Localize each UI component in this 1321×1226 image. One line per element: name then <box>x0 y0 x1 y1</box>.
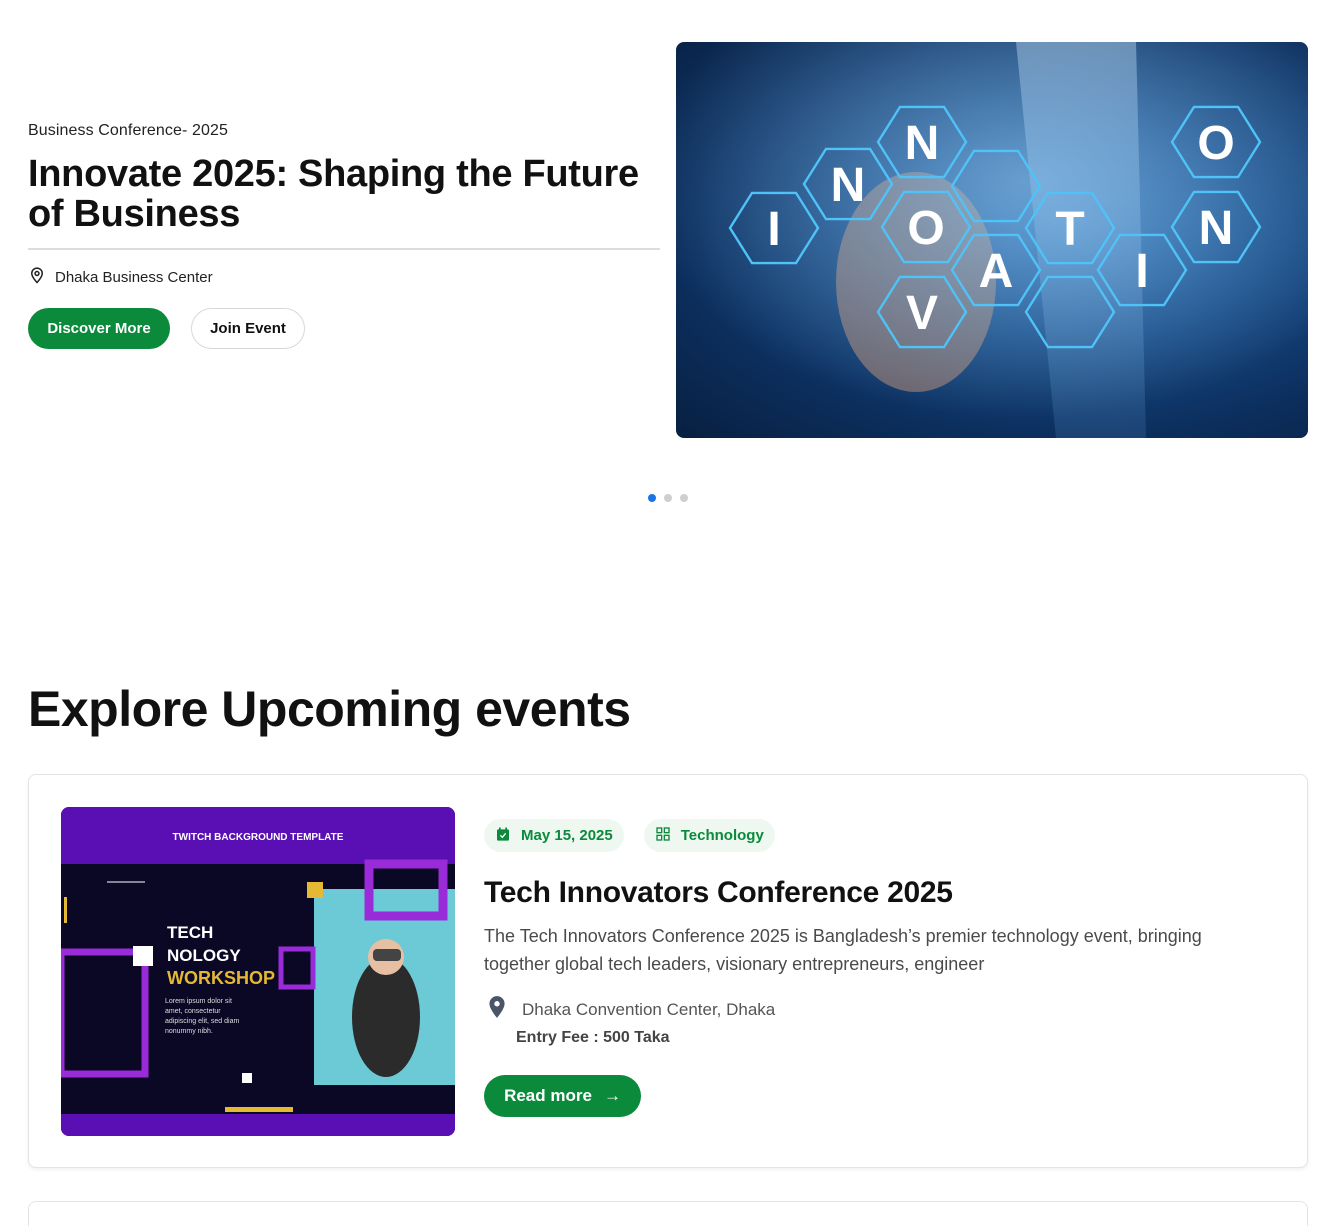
hero-text: Business Conference- 2025 Innovate 2025:… <box>28 122 660 349</box>
event-location-text: Dhaka Convention Center, Dhaka <box>522 999 776 1019</box>
hero-eyebrow: Business Conference- 2025 <box>28 122 228 139</box>
event-image[interactable]: TWITCH BACKGROUND TEMPLATE TECH NOLOGY W… <box>61 807 455 1136</box>
carousel-dot[interactable] <box>664 494 672 502</box>
grid-icon <box>655 826 671 846</box>
event-title[interactable]: Tech Innovators Conference 2025 <box>484 876 1274 910</box>
location-pin-icon <box>28 266 46 288</box>
map-pin-icon <box>484 994 510 1025</box>
read-more-button[interactable]: Read more → <box>484 1075 641 1117</box>
hero-location: Dhaka Business Center <box>28 266 660 288</box>
hex-letter: A <box>979 245 1014 298</box>
carousel-dot[interactable] <box>648 494 656 502</box>
discover-more-button[interactable]: Discover More <box>28 308 170 349</box>
join-event-button[interactable]: Join Event <box>191 308 305 349</box>
image-line1: TECH <box>167 923 213 942</box>
hero-location-text: Dhaka Business Center <box>55 268 213 286</box>
hero-actions: Discover More Join Event <box>28 308 660 349</box>
carousel-dots <box>648 494 688 502</box>
carousel-dot[interactable] <box>680 494 688 502</box>
arrow-right-icon: → <box>603 1086 621 1105</box>
event-card <box>28 1201 1308 1226</box>
hero-divider <box>28 248 660 250</box>
event-description: The Tech Innovators Conference 2025 is B… <box>484 926 1202 974</box>
section-title: Explore Upcoming events <box>28 681 631 737</box>
image-line3: WORKSHOP <box>167 968 275 988</box>
event-location: Dhaka Convention Center, Dhaka <box>484 994 1274 1025</box>
hex-letter: I <box>1135 245 1148 298</box>
event-card-body: May 15, 2025 Technology Tech Innovators … <box>484 819 1274 1117</box>
hex-letter: V <box>906 287 938 340</box>
hex-letter: N <box>831 159 866 212</box>
read-more-label: Read more <box>504 1086 592 1105</box>
category-badge[interactable]: Technology <box>643 819 775 852</box>
date-badge: May 15, 2025 <box>484 819 624 852</box>
hero-title: Innovate 2025: Shaping the Future of Bus… <box>28 153 639 235</box>
hero-image: INNOVATION <box>676 42 1308 438</box>
calendar-icon <box>495 826 511 846</box>
event-tags: May 15, 2025 Technology <box>484 819 1274 852</box>
event-category: Technology <box>680 827 764 844</box>
hex-letter: I <box>767 203 780 256</box>
hex-letter: O <box>907 202 944 255</box>
event-date: May 15, 2025 <box>521 827 613 844</box>
image-line2: NOLOGY <box>167 946 241 965</box>
image-body-text: Lorem ipsum dolor sit amet, consectetur … <box>165 998 240 1035</box>
event-card: TWITCH BACKGROUND TEMPLATE TECH NOLOGY W… <box>28 774 1308 1168</box>
entry-fee: Entry Fee : 500 Taka <box>516 1029 670 1046</box>
hex-letter: T <box>1055 203 1084 256</box>
image-banner: TWITCH BACKGROUND TEMPLATE <box>173 832 344 843</box>
hero-slider: Business Conference- 2025 Innovate 2025:… <box>0 0 1321 470</box>
hex-letter: N <box>1199 202 1234 255</box>
hex-letter: N <box>905 117 940 170</box>
hex-letter: O <box>1197 117 1234 170</box>
